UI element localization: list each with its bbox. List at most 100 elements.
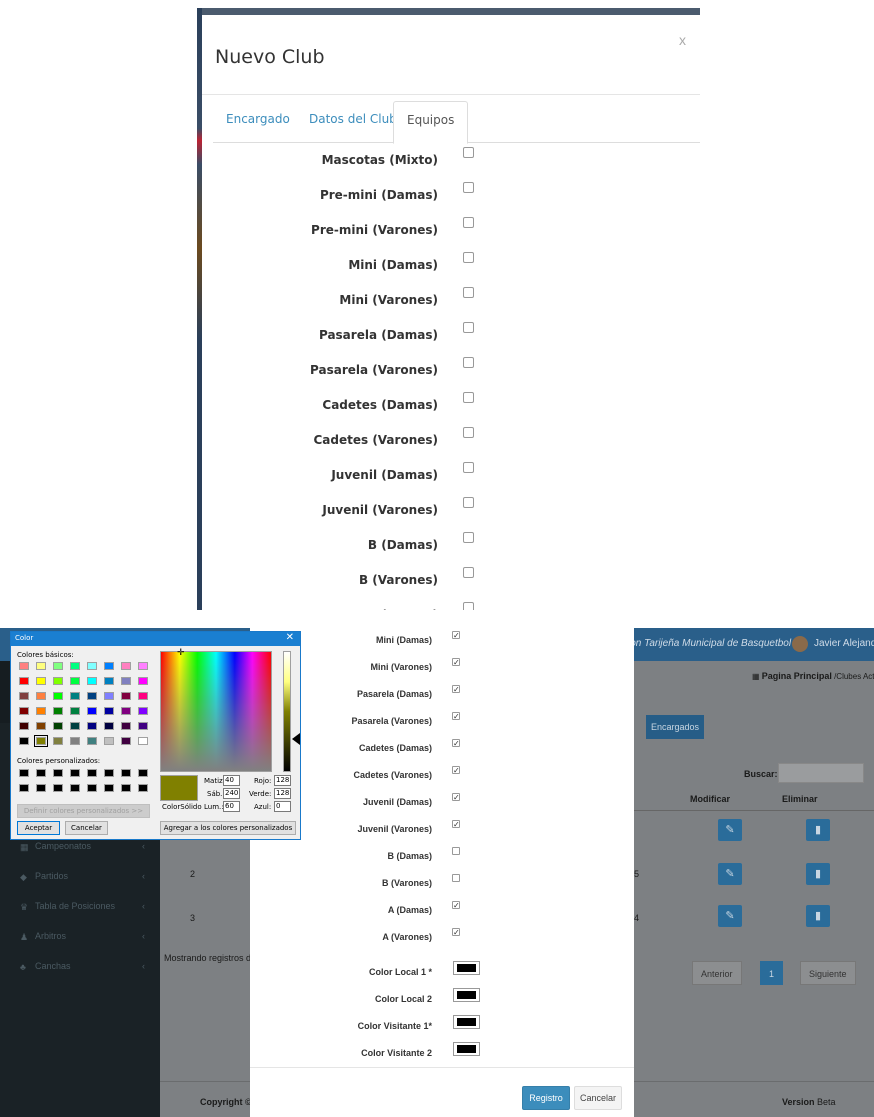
slider-arrow-icon[interactable] <box>292 733 300 745</box>
basic-color-swatch[interactable] <box>53 677 63 685</box>
basic-color-swatch[interactable] <box>36 722 46 730</box>
color-spectrum[interactable] <box>160 651 272 772</box>
trash-icon[interactable]: ▮ <box>806 819 830 841</box>
category-checkbox[interactable] <box>463 392 474 403</box>
category-checkbox[interactable] <box>463 182 474 193</box>
custom-color-swatch[interactable] <box>121 784 131 792</box>
custom-color-swatch[interactable] <box>70 784 80 792</box>
tab-equipos[interactable]: Equipos <box>393 101 469 144</box>
category-checkbox[interactable]: ✓ <box>452 793 460 802</box>
basic-color-swatch[interactable] <box>87 692 97 700</box>
close-icon[interactable]: ✕ <box>286 632 294 643</box>
custom-color-swatch[interactable] <box>138 784 148 792</box>
red-input[interactable]: 128 <box>274 775 291 786</box>
sidebar-item[interactable]: ♣ Canchas ‹ <box>0 953 160 983</box>
hue-input[interactable]: 40 <box>223 775 240 786</box>
cancel-button[interactable]: Cancelar <box>574 1086 622 1110</box>
category-checkbox[interactable]: ✓ <box>452 901 460 910</box>
custom-color-swatch[interactable] <box>87 769 97 777</box>
basic-color-swatch[interactable] <box>36 692 46 700</box>
sidebar-item[interactable]: ♟ Arbitros ‹ <box>0 923 160 953</box>
basic-color-swatch[interactable] <box>53 722 63 730</box>
basic-color-swatch[interactable] <box>121 737 131 745</box>
basic-color-swatch[interactable] <box>19 707 29 715</box>
user-name[interactable]: Javier Alejandro <box>814 638 874 649</box>
custom-color-swatch[interactable] <box>19 784 29 792</box>
basic-color-swatch[interactable] <box>87 737 97 745</box>
custom-color-swatch[interactable] <box>121 769 131 777</box>
color-swatch-input[interactable] <box>453 1015 480 1029</box>
basic-color-swatch[interactable] <box>36 707 46 715</box>
registro-button[interactable]: Registro <box>522 1086 570 1110</box>
category-checkbox[interactable] <box>463 427 474 438</box>
basic-color-swatch[interactable] <box>70 662 80 670</box>
category-checkbox[interactable] <box>463 532 474 543</box>
dialog-titlebar[interactable]: Color ✕ <box>11 632 300 646</box>
custom-color-swatch[interactable] <box>36 769 46 777</box>
lum-input[interactable]: 60 <box>223 801 240 812</box>
custom-color-swatch[interactable] <box>87 784 97 792</box>
custom-color-swatch[interactable] <box>53 784 63 792</box>
add-custom-color-button[interactable]: Agregar a los colores personalizados <box>160 821 296 835</box>
basic-color-swatch[interactable] <box>87 677 97 685</box>
column-header-modificar[interactable]: Modificar <box>690 794 730 804</box>
basic-color-swatch[interactable] <box>121 692 131 700</box>
basic-color-swatch[interactable] <box>138 737 148 745</box>
basic-color-swatch[interactable] <box>121 662 131 670</box>
category-checkbox[interactable]: ✓ <box>452 712 460 721</box>
pager-prev[interactable]: Anterior <box>692 961 742 985</box>
category-checkbox[interactable] <box>452 847 460 855</box>
basic-color-swatch[interactable] <box>121 722 131 730</box>
basic-color-swatch[interactable] <box>121 677 131 685</box>
basic-color-swatch[interactable] <box>19 737 29 745</box>
category-checkbox[interactable] <box>463 252 474 263</box>
edit-icon[interactable]: ✎ <box>718 819 742 841</box>
luminosity-slider[interactable] <box>283 651 291 772</box>
custom-color-swatch[interactable] <box>104 769 114 777</box>
basic-color-swatch[interactable] <box>138 692 148 700</box>
basic-color-swatch[interactable] <box>87 707 97 715</box>
search-input[interactable] <box>778 763 864 783</box>
basic-color-swatch[interactable] <box>70 722 80 730</box>
basic-color-swatch[interactable] <box>53 692 63 700</box>
basic-color-swatch[interactable] <box>53 662 63 670</box>
define-custom-colors-button[interactable]: Definir colores personalizados >> <box>17 804 150 818</box>
sidebar-item[interactable]: ◆ Partidos ‹ <box>0 863 160 893</box>
basic-color-swatch[interactable] <box>138 707 148 715</box>
basic-color-swatch[interactable] <box>104 707 114 715</box>
color-swatch-input[interactable] <box>453 1042 480 1056</box>
basic-color-swatch[interactable] <box>104 722 114 730</box>
basic-color-swatch[interactable] <box>19 692 29 700</box>
category-checkbox[interactable] <box>452 874 460 882</box>
category-checkbox[interactable]: ✓ <box>452 631 460 640</box>
category-checkbox[interactable] <box>463 147 474 158</box>
edit-icon[interactable]: ✎ <box>718 863 742 885</box>
breadcrumb-home[interactable]: Pagina Principal <box>762 671 832 681</box>
column-header-eliminar[interactable]: Eliminar <box>782 794 818 804</box>
category-checkbox[interactable]: ✓ <box>452 658 460 667</box>
basic-color-swatch[interactable] <box>138 662 148 670</box>
green-input[interactable]: 128 <box>274 788 291 799</box>
basic-color-swatch[interactable] <box>121 707 131 715</box>
basic-color-swatch[interactable] <box>53 707 63 715</box>
accept-button[interactable]: Aceptar <box>17 821 60 835</box>
close-icon[interactable]: x <box>679 32 686 48</box>
basic-color-swatch[interactable] <box>36 677 46 685</box>
category-checkbox[interactable]: ✓ <box>452 739 460 748</box>
basic-color-swatch[interactable] <box>87 722 97 730</box>
basic-color-swatch[interactable] <box>104 662 114 670</box>
tab-encargado[interactable]: Encargado <box>213 101 303 143</box>
basic-color-swatch[interactable] <box>104 692 114 700</box>
pager-next[interactable]: Siguiente <box>800 961 856 985</box>
custom-color-swatch[interactable] <box>138 769 148 777</box>
basic-color-swatch[interactable] <box>138 677 148 685</box>
sat-input[interactable]: 240 <box>223 788 240 799</box>
color-swatch-input[interactable] <box>453 988 480 1002</box>
sidebar-item[interactable]: ♛ Tabla de Posiciones ‹ <box>0 893 160 923</box>
basic-color-swatch[interactable] <box>70 677 80 685</box>
basic-color-swatch[interactable] <box>34 735 48 747</box>
basic-color-swatch[interactable] <box>19 662 29 670</box>
category-checkbox[interactable]: ✓ <box>452 928 460 937</box>
category-checkbox[interactable]: ✓ <box>452 685 460 694</box>
basic-color-swatch[interactable] <box>36 662 46 670</box>
